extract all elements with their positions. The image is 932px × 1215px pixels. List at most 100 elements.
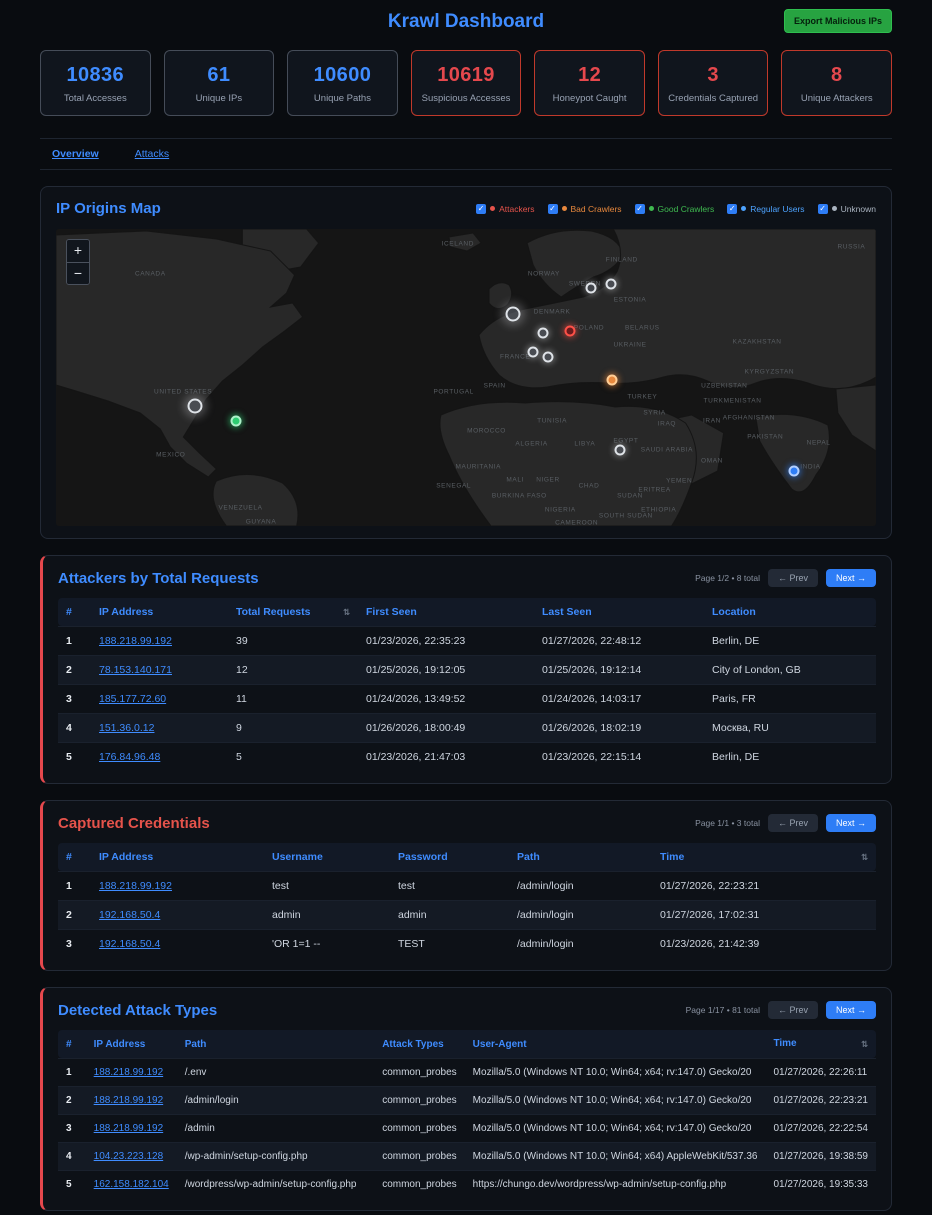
checkbox-checked-icon[interactable]: ✓ [476, 204, 486, 214]
prev-page-button[interactable]: ← Prev [768, 1001, 818, 1019]
map-marker-unknown[interactable] [505, 306, 520, 321]
tab-attacks[interactable]: Attacks [135, 148, 169, 160]
prev-page-button[interactable]: ← Prev [768, 569, 818, 587]
map-label-estonia: ESTONIA [614, 297, 647, 304]
ip-link[interactable]: 188.218.99.192 [94, 1095, 164, 1106]
ip-link[interactable]: 104.23.223.128 [94, 1151, 164, 1162]
map-marker-unknown[interactable] [543, 351, 554, 362]
cell-path: /admin/login [177, 1086, 374, 1114]
cell-total-requests: 11 [228, 684, 358, 713]
checkbox-checked-icon[interactable]: ✓ [635, 204, 645, 214]
next-page-button[interactable]: Next → [826, 569, 876, 587]
ip-cell: 162.158.182.104 [86, 1170, 177, 1198]
cell-first-seen: 01/23/2026, 21:47:03 [358, 742, 534, 771]
world-map[interactable]: ICELANDCANADARUSSIANORWAYFINLANDSWEDENES… [56, 229, 876, 526]
stat-card-unique-paths: 10600Unique Paths [287, 50, 398, 116]
credentials-section: Captured Credentials Page 1/1 • 3 total … [40, 800, 892, 971]
cell-first-seen: 01/24/2026, 13:49:52 [358, 684, 534, 713]
ip-cell: 185.177.72.60 [91, 684, 228, 713]
cell-last-seen: 01/23/2026, 22:15:14 [534, 742, 704, 771]
legend-label: Regular Users [750, 204, 804, 214]
checkbox-checked-icon[interactable]: ✓ [727, 204, 737, 214]
stat-card-credentials-captured: 3Credentials Captured [658, 50, 769, 116]
map-marker-attacker[interactable] [565, 326, 576, 337]
cell-attack-types: common_probes [374, 1114, 464, 1142]
ip-link[interactable]: 78.153.140.171 [99, 664, 172, 676]
column-label: IP Address [99, 851, 153, 863]
stat-label: Total Accesses [45, 93, 146, 104]
stat-label: Unique Attackers [786, 93, 887, 104]
map-label-niger: NIGER [536, 476, 560, 483]
legend-dot-icon [832, 206, 837, 211]
ip-link[interactable]: 162.158.182.104 [94, 1179, 169, 1190]
sort-icon[interactable]: ⇅ [861, 1039, 868, 1050]
cell-location: Москва, RU [704, 713, 876, 742]
legend-item-bad-crawlers[interactable]: ✓Bad Crawlers [548, 204, 622, 214]
cell-user-agent: Mozilla/5.0 (Windows NT 10.0; Win64; x64… [465, 1086, 766, 1114]
attackers-pagination: Page 1/2 • 8 total ← Prev Next → [695, 569, 876, 587]
ip-link[interactable]: 192.168.50.4 [99, 938, 160, 950]
next-page-button[interactable]: Next → [826, 1001, 876, 1019]
export-malicious-ips-button[interactable]: Export Malicious IPs [784, 9, 892, 33]
cell-password: TEST [390, 929, 509, 958]
map-label-iraq: IRAQ [658, 420, 676, 427]
stats-row: 10836Total Accesses61Unique IPs10600Uniq… [40, 50, 892, 116]
column-header-user-agent: User-Agent [465, 1030, 766, 1058]
legend-item-unknown[interactable]: ✓Unknown [818, 204, 876, 214]
map-marker-bad_crawler[interactable] [606, 375, 617, 386]
checkbox-checked-icon[interactable]: ✓ [818, 204, 828, 214]
ip-link[interactable]: 185.177.72.60 [99, 693, 166, 705]
prev-page-button[interactable]: ← Prev [768, 814, 818, 832]
map-marker-unknown[interactable] [606, 278, 617, 289]
ip-link[interactable]: 188.218.99.192 [99, 635, 172, 647]
column-label: # [66, 851, 72, 863]
zoom-out-button[interactable]: − [67, 262, 89, 284]
next-page-button[interactable]: Next → [826, 814, 876, 832]
ip-link[interactable]: 176.84.96.48 [99, 751, 160, 763]
legend-item-attackers[interactable]: ✓ Attackers [476, 204, 534, 214]
table-header-row: #IP AddressTotal Requests⇅First SeenLast… [58, 598, 876, 626]
zoom-in-button[interactable]: + [67, 240, 89, 262]
tab-overview[interactable]: Overview [52, 148, 99, 160]
ip-cell: 188.218.99.192 [91, 871, 264, 900]
column-header-time[interactable]: Time⇅ [765, 1030, 876, 1058]
stat-value: 10600 [292, 64, 393, 87]
cell-password: admin [390, 900, 509, 929]
legend-item-regular-users[interactable]: ✓ Regular Users [727, 204, 804, 214]
map-marker-regular_user[interactable] [789, 466, 800, 477]
map-label-libya: LIBYA [574, 441, 595, 448]
checkbox-checked-icon[interactable]: ✓ [548, 204, 558, 214]
column-header-time[interactable]: Time⇅ [652, 843, 876, 871]
ip-cell: 188.218.99.192 [86, 1058, 177, 1086]
map-label-chad: CHAD [579, 482, 600, 489]
cell-path: /.env [177, 1058, 374, 1086]
sort-icon[interactable]: ⇅ [343, 607, 350, 618]
map-marker-unknown[interactable] [615, 445, 626, 456]
column-header-location: Location [704, 598, 876, 626]
column-header-password: Password [390, 843, 509, 871]
map-legend: ✓Attackers✓Bad Crawlers✓Good Crawlers✓Re… [476, 204, 876, 214]
table-header-row: #IP AddressUsernamePasswordPathTime⇅ [58, 843, 876, 871]
ip-link[interactable]: 151.36.0.12 [99, 722, 154, 734]
sort-icon[interactable]: ⇅ [861, 852, 868, 863]
map-marker-unknown[interactable] [538, 327, 549, 338]
column-label: Attack Types [382, 1039, 444, 1050]
legend-item-good-crawlers[interactable]: ✓Good Crawlers [635, 204, 715, 214]
column-header-total-requests[interactable]: Total Requests⇅ [228, 598, 358, 626]
map-marker-unknown[interactable] [188, 398, 203, 413]
tabs-bar: Overview Attacks [40, 138, 892, 170]
map-marker-unknown[interactable] [585, 283, 596, 294]
map-label-poland: POLAND [574, 325, 604, 332]
map-label-south-sudan: SOUTH SUDAN [599, 512, 653, 519]
map-marker-good_crawler[interactable] [231, 415, 242, 426]
ip-link[interactable]: 188.218.99.192 [94, 1123, 164, 1134]
ip-link[interactable]: 192.168.50.4 [99, 909, 160, 921]
ip-link[interactable]: 188.218.99.192 [99, 880, 172, 892]
credentials-table: #IP AddressUsernamePasswordPathTime⇅ 118… [58, 843, 876, 958]
column-header-ip-address: IP Address [91, 843, 264, 871]
legend-label: Attackers [499, 204, 534, 214]
ip-link[interactable]: 188.218.99.192 [94, 1067, 164, 1078]
column-header-ip-address: IP Address [91, 598, 228, 626]
stat-value: 61 [169, 64, 270, 87]
map-marker-unknown[interactable] [528, 347, 539, 358]
